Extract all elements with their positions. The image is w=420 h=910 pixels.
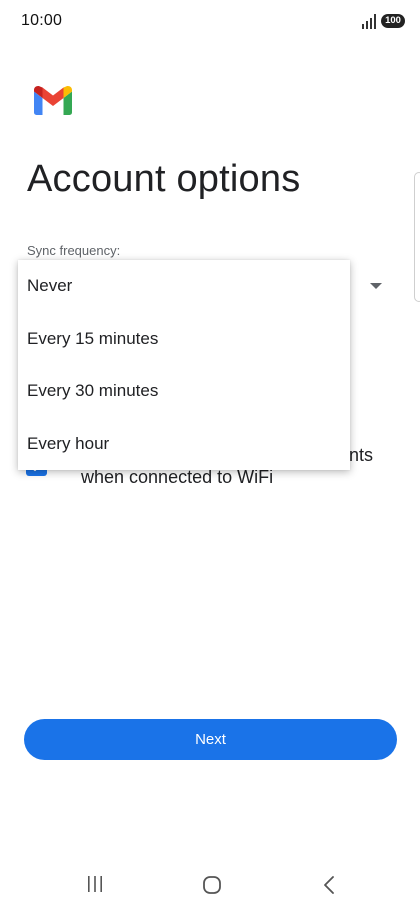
sync-frequency-dropdown-menu: Never Every 15 minutes Every 30 minutes … [18,260,350,470]
battery-icon: 100 [381,14,405,28]
signal-icon [362,14,376,29]
arrow-drop-down-icon[interactable] [370,283,382,289]
gmail-logo [34,86,72,115]
home-icon[interactable] [203,876,221,894]
status-time: 10:00 [21,12,63,29]
sync-option-every-hour[interactable]: Every hour [18,418,350,471]
page-title: Account options [27,158,301,200]
sync-option-every-30-minutes[interactable]: Every 30 minutes [18,365,350,418]
sync-option-every-15-minutes[interactable]: Every 15 minutes [18,313,350,366]
back-icon[interactable] [322,876,336,894]
sync-option-never[interactable]: Never [18,260,350,313]
sync-frequency-label: Sync frequency: [27,243,121,258]
status-bar: 10:00 100 [0,0,420,44]
recents-icon[interactable] [86,876,104,892]
scrollbar-thumb[interactable] [414,172,420,302]
navigation-bar [0,860,420,910]
next-button[interactable]: Next [24,719,397,760]
